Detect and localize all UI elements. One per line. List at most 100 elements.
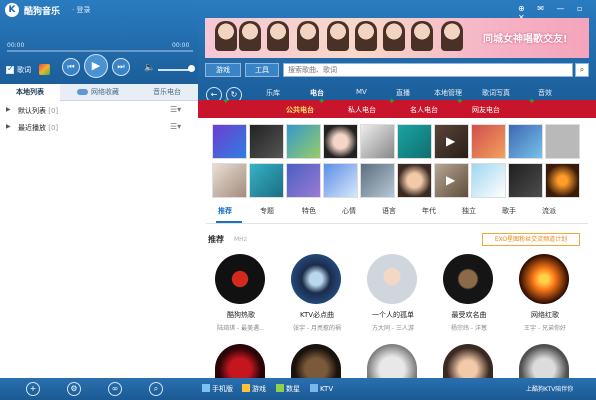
station-tile[interactable]: [434, 124, 469, 159]
station-cover[interactable]: [443, 344, 493, 380]
station-cover[interactable]: [367, 344, 417, 380]
mobile-button[interactable]: 手机版: [202, 384, 233, 394]
status-text[interactable]: 上酷狗KTV陪伴你: [526, 384, 573, 393]
tab-category[interactable]: 歌手: [502, 206, 516, 216]
tab-category[interactable]: 专题: [260, 206, 274, 216]
station-now-playing: 方大同 - 三人游: [372, 325, 414, 332]
ktv-button[interactable]: KTV: [310, 384, 333, 393]
tab-music-radio[interactable]: 音乐电台: [138, 84, 196, 101]
station-card[interactable]: 最受欢名曲 杨宗纬 - 洋葱: [434, 254, 504, 340]
station-tile[interactable]: [249, 163, 284, 198]
tab-sound-effect[interactable]: 音效: [538, 88, 552, 98]
list-menu-icon[interactable]: ☰▾: [170, 122, 181, 131]
station-cover[interactable]: [215, 344, 265, 380]
station-tile[interactable]: [212, 124, 247, 159]
play-mode-icon[interactable]: [39, 64, 50, 75]
station-tile[interactable]: [397, 163, 432, 198]
station-now-playing: 杨宗纬 - 洋葱: [451, 325, 487, 332]
lyric-checkbox[interactable]: [6, 64, 14, 74]
station-tile[interactable]: [323, 124, 358, 159]
search-input[interactable]: [283, 63, 573, 77]
tab-user-radio[interactable]: 网友电台: [472, 105, 500, 115]
mobile-label: 手机版: [212, 385, 233, 393]
station-cover[interactable]: [291, 344, 341, 380]
prev-button[interactable]: ⏮: [62, 58, 80, 76]
tab-library[interactable]: 乐库: [266, 88, 280, 98]
play-button[interactable]: ▶: [84, 54, 108, 78]
station-tile[interactable]: [508, 163, 543, 198]
star-button[interactable]: 数星: [276, 384, 300, 394]
toolbar: 游戏 工具 ⌕: [205, 63, 589, 77]
station-tile[interactable]: [286, 163, 321, 198]
search-icon[interactable]: ⌕: [149, 382, 163, 396]
refresh-stations-icon[interactable]: [545, 124, 580, 159]
tools-button[interactable]: 工具: [245, 63, 279, 77]
left-bottom-bar: + ⚙ ∞ ⌕: [0, 378, 198, 400]
list-name: 默认列表: [18, 107, 46, 115]
loop-icon[interactable]: ∞: [108, 382, 122, 396]
station-card[interactable]: 一个人的孤单 方大同 - 三人游: [358, 254, 428, 340]
banner-portrait: [327, 21, 349, 51]
tab-category[interactable]: 独立: [462, 206, 476, 216]
category-tabs: 推荐 专题 特色 心情 语言 年代 独立 歌手 流派: [198, 206, 596, 223]
station-tile[interactable]: [286, 124, 321, 159]
top-header: ⊕ ✉ — ▫ ✕ 同城女神唱歌交友! 游戏 工具 ⌕ ← ↻ 乐库 电台 MV…: [198, 0, 596, 103]
station-tile[interactable]: [249, 124, 284, 159]
expand-arrow-icon[interactable]: ▶: [6, 106, 11, 113]
search-button-icon[interactable]: ⌕: [575, 63, 589, 77]
tab-category[interactable]: 语言: [382, 206, 396, 216]
tab-category[interactable]: 特色: [302, 206, 316, 216]
radio-station-grid: [212, 124, 580, 198]
list-item[interactable]: ▶ 默认列表 [0] ☰▾: [0, 103, 198, 117]
christmas-decoration-icon: ✦: [222, 97, 230, 107]
login-link[interactable]: · 登录: [72, 5, 90, 15]
volume-knob[interactable]: [188, 65, 195, 72]
expand-arrow-icon[interactable]: ▶: [6, 123, 11, 130]
banner-portrait: [383, 21, 405, 51]
tab-lyric-photo[interactable]: 歌词写真: [482, 88, 510, 98]
tab-live[interactable]: 直播: [396, 88, 410, 98]
game-link-button[interactable]: 游戏: [242, 384, 266, 394]
station-cover: [215, 254, 265, 304]
station-card[interactable]: KTV必点曲 张宇 - 月亮惹的祸: [282, 254, 352, 340]
station-tile[interactable]: [471, 163, 506, 198]
banner-text: 同城女神唱歌交友!: [483, 34, 568, 45]
station-card[interactable]: 网络红歌 王宇 - 兄弟你好: [510, 254, 580, 340]
tab-net-collect[interactable]: 网络收藏: [62, 84, 134, 101]
ad-banner[interactable]: 同城女神唱歌交友!: [205, 18, 589, 58]
tab-category[interactable]: 推荐: [218, 206, 232, 216]
tab-celebrity-radio[interactable]: 名人电台: [410, 105, 438, 115]
tab-local-list[interactable]: 本地列表: [0, 84, 60, 101]
station-tile[interactable]: [212, 163, 247, 198]
list-menu-icon[interactable]: ☰▾: [170, 105, 181, 114]
station-tile[interactable]: [545, 163, 580, 198]
mic-icon: [310, 384, 318, 392]
bottom-bar: 手机版 游戏 数星 KTV 上酷狗KTV陪伴你: [198, 378, 596, 400]
tab-category[interactable]: 心情: [342, 206, 356, 216]
tab-category[interactable]: 流派: [542, 206, 556, 216]
tab-category[interactable]: 年代: [422, 206, 436, 216]
station-card[interactable]: 酷狗热歌 陆琦琪 - 最美遇...: [206, 254, 276, 340]
list-item[interactable]: ▶ 最近播放 [0] ☰▾: [0, 120, 198, 134]
station-tile[interactable]: [360, 124, 395, 159]
tab-public-radio[interactable]: 公共电台: [286, 105, 314, 115]
station-name: 最受欢名曲: [451, 311, 487, 319]
tab-mv[interactable]: MV: [356, 88, 367, 96]
volume-icon[interactable]: 🔈: [144, 63, 155, 73]
station-name: 网络红歌: [531, 311, 559, 319]
station-tile[interactable]: [471, 124, 506, 159]
next-button[interactable]: ⏭: [112, 58, 130, 76]
station-tile[interactable]: [434, 163, 469, 198]
progress-bar[interactable]: [7, 50, 193, 52]
game-button[interactable]: 游戏: [205, 63, 241, 77]
station-tile[interactable]: [508, 124, 543, 159]
station-tile[interactable]: [360, 163, 395, 198]
station-tile[interactable]: [323, 163, 358, 198]
station-cover[interactable]: [519, 344, 569, 380]
tab-net-collect-label: 网络收藏: [91, 88, 119, 96]
tab-private-radio[interactable]: 私人电台: [348, 105, 376, 115]
station-tile[interactable]: [397, 124, 432, 159]
add-icon[interactable]: +: [26, 382, 40, 396]
settings-icon[interactable]: ⚙: [67, 382, 81, 396]
exo-rank-button[interactable]: EXO星图粉丝交流频道计划: [482, 233, 580, 246]
